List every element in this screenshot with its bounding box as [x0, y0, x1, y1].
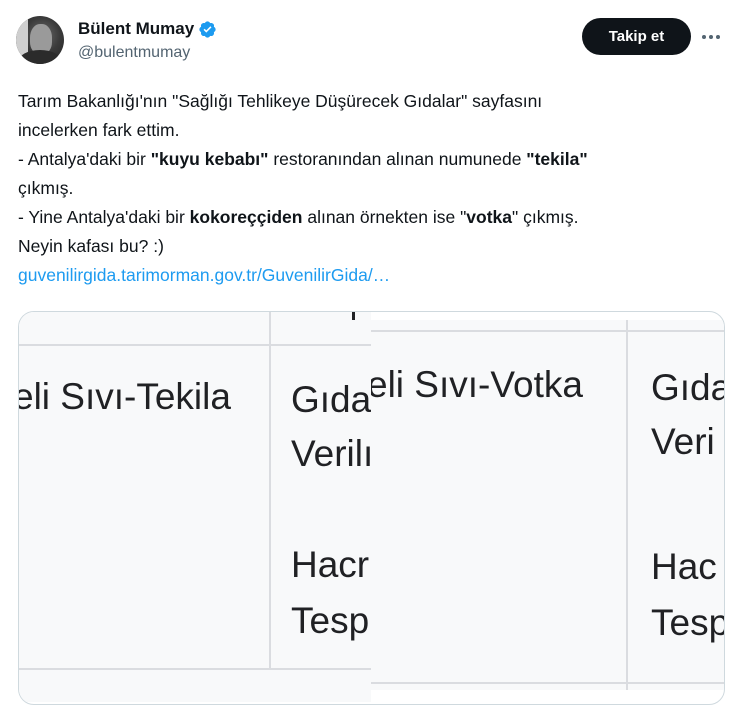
media-cell-text: Gıda — [291, 379, 371, 420]
tweet-text-fragment: " çıkmış. — [512, 207, 579, 227]
tweet-link[interactable]: guvenilirgida.tarimorman.gov.tr/Guvenili… — [18, 265, 390, 285]
media-cell-text: Gıda — [651, 367, 725, 408]
media-cell-text: Hac — [651, 546, 717, 587]
tweet-line-2: incelerken fark ettim. — [18, 120, 180, 140]
media-cell-text: eli Sıvı-Votka — [371, 364, 583, 405]
table-border — [626, 320, 628, 690]
media-cell-text: Tesp — [291, 600, 370, 641]
tweet-media[interactable]: eli Sıvı-Tekila Gıda Verilı Hacr Tesp el… — [18, 311, 725, 705]
more-dots-icon[interactable] — [699, 25, 723, 49]
tweet-text-fragment: restoranından alınan numunede — [268, 149, 527, 169]
media-cell-text: Tesp — [651, 602, 725, 643]
table-border — [269, 312, 271, 670]
verified-badge-icon — [199, 20, 216, 38]
tweet-text: Tarım Bakanlığı'nın "Sağlığı Tehlikeye D… — [18, 87, 718, 290]
avatar[interactable] — [16, 16, 64, 64]
tweet-bold-fragment: "kuyu kebabı" — [150, 149, 269, 169]
media-image-tekila[interactable]: eli Sıvı-Tekila Gıda Verilı Hacr Tesp — [19, 312, 371, 702]
tweet-bold-fragment: kokoreççiden — [189, 207, 303, 227]
tweet-line-6: Neyin kafası bu? :) — [18, 236, 164, 256]
author-handle[interactable]: @bulentmumay — [78, 44, 190, 62]
tweet-line-5: - Yine Antalya'daki bir kokoreççiden alı… — [18, 203, 718, 232]
media-cell-text: Verilı — [291, 433, 371, 474]
tweet-bold-fragment: votka — [466, 207, 513, 227]
tweet-header: Bülent Mumay @bulentmumay Takip et — [16, 14, 720, 70]
table-border — [19, 344, 371, 346]
follow-button[interactable]: Takip et — [582, 18, 691, 55]
table-border — [19, 668, 371, 670]
tweet-text-fragment: - Antalya'daki bir — [18, 149, 151, 169]
media-cell-text: Veri — [651, 421, 715, 462]
table-border — [371, 330, 724, 332]
media-cell-text: eli Sıvı-Tekila — [19, 376, 231, 417]
tweet-line-1: Tarım Bakanlığı'nın "Sağlığı Tehlikeye D… — [18, 91, 543, 111]
tweet-text-fragment: - Yine Antalya'daki bir — [18, 207, 190, 227]
author-display-name[interactable]: Bülent Mumay — [78, 19, 194, 39]
tweet-line-4: çıkmış. — [18, 178, 74, 198]
tweet-text-fragment: alınan örnekten ise " — [302, 207, 467, 227]
media-cell-text: Hacr — [291, 544, 370, 585]
tweet-bold-fragment: "tekila" — [526, 149, 588, 169]
tweet-line-3: - Antalya'daki bir "kuyu kebabı" restora… — [18, 145, 718, 174]
text-fragment-mark — [352, 312, 355, 320]
media-image-votka[interactable]: eli Sıvı-Votka Gıda Veri Hac Tesp — [371, 320, 725, 690]
author-name-row[interactable]: Bülent Mumay — [78, 19, 217, 39]
table-border — [371, 682, 724, 684]
